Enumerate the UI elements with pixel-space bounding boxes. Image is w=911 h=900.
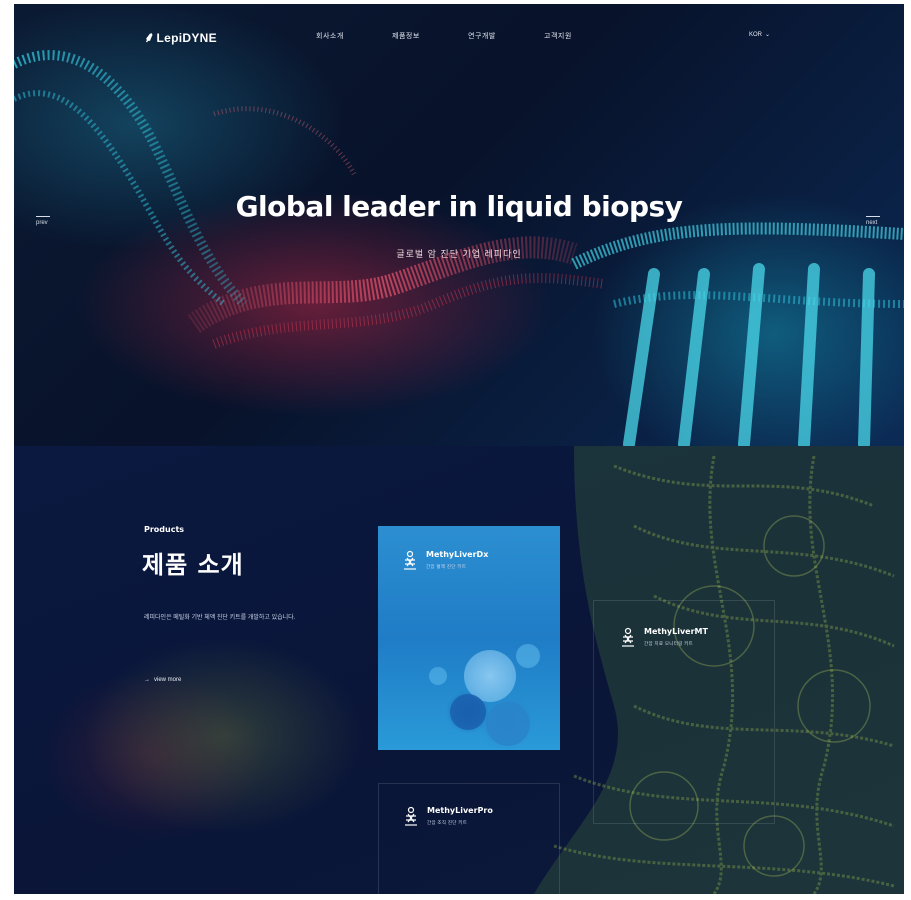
product-subtitle: 간암 조직 진단 키트 bbox=[427, 820, 468, 825]
top-navigation: ⸙ LepiDYNE 회사소개 제품정보 연구개발 고객지원 KOR ⌄ bbox=[14, 4, 904, 64]
hero-subtitle: 글로벌 암 진단 기업 레피다인 bbox=[396, 249, 522, 259]
dna-tube-icon bbox=[620, 627, 636, 649]
view-more-link[interactable]: → view more bbox=[144, 677, 181, 683]
product-subtitle: 간암 치료 모니터링 키트 bbox=[644, 641, 694, 646]
hero-section: ⸙ LepiDYNE 회사소개 제품정보 연구개발 고객지원 KOR ⌄ Glo… bbox=[14, 4, 904, 446]
products-description: 레피다인은 메틸화 기반 체액 진단 키트를 개발하고 있습니다. bbox=[144, 615, 296, 621]
product-card-methyliverdx[interactable]: MethyLiverDx 간암 혈액 진단 키트 bbox=[378, 526, 560, 750]
logo-mark-icon: ⸙ bbox=[144, 30, 155, 46]
page-frame: ⸙ LepiDYNE 회사소개 제품정보 연구개발 고객지원 KOR ⌄ Glo… bbox=[14, 4, 904, 894]
slider-prev-button[interactable]: prev bbox=[36, 216, 50, 226]
menu-item-company[interactable]: 회사소개 bbox=[316, 31, 392, 41]
dna-hero-image bbox=[14, 50, 904, 446]
language-selector[interactable]: KOR ⌄ bbox=[749, 31, 771, 39]
menu-item-products[interactable]: 제품정보 bbox=[392, 31, 468, 41]
products-section: Products 제품 소개 레피다인은 메틸화 기반 체액 진단 키트를 개발… bbox=[14, 446, 904, 894]
product-name: MethyLiverDx bbox=[426, 550, 489, 559]
product-subtitle: 간암 혈액 진단 키트 bbox=[426, 564, 467, 569]
next-line-icon bbox=[866, 216, 880, 217]
menu-item-research[interactable]: 연구개발 bbox=[468, 31, 544, 41]
card-header: MethyLiverPro 간암 조직 진단 키트 bbox=[403, 806, 493, 828]
slider-next-button[interactable]: next bbox=[866, 216, 880, 226]
arrow-right-icon: → bbox=[144, 677, 150, 683]
products-label: Products bbox=[144, 525, 185, 534]
product-card-methyliverpro[interactable]: MethyLiverPro 간암 조직 진단 키트 bbox=[378, 783, 560, 894]
next-label: next bbox=[866, 220, 878, 226]
product-name: MethyLiverPro bbox=[427, 806, 493, 815]
card-header: MethyLiverMT 간암 치료 모니터링 키트 bbox=[620, 627, 708, 649]
menu-item-support[interactable]: 고객지원 bbox=[544, 31, 620, 41]
logo[interactable]: ⸙ LepiDYNE bbox=[144, 28, 217, 47]
view-more-label: view more bbox=[154, 677, 182, 683]
logo-text: LepiDYNE bbox=[156, 30, 217, 45]
dna-tube-icon bbox=[403, 806, 419, 828]
chevron-down-icon: ⌄ bbox=[765, 32, 771, 38]
hero-title: Global leader in liquid biopsy bbox=[235, 190, 683, 223]
card-header: MethyLiverDx 간암 혈액 진단 키트 bbox=[402, 550, 488, 572]
prev-line-icon bbox=[36, 216, 50, 217]
product-name: MethyLiverMT bbox=[644, 627, 708, 636]
products-title: 제품 소개 bbox=[142, 551, 244, 579]
prev-label: prev bbox=[36, 220, 48, 226]
product-card-methylivermt[interactable]: MethyLiverMT 간암 치료 모니터링 키트 bbox=[593, 600, 775, 824]
dna-tube-icon bbox=[402, 550, 418, 572]
language-label: KOR bbox=[749, 31, 763, 38]
main-menu: 회사소개 제품정보 연구개발 고객지원 bbox=[316, 31, 620, 41]
